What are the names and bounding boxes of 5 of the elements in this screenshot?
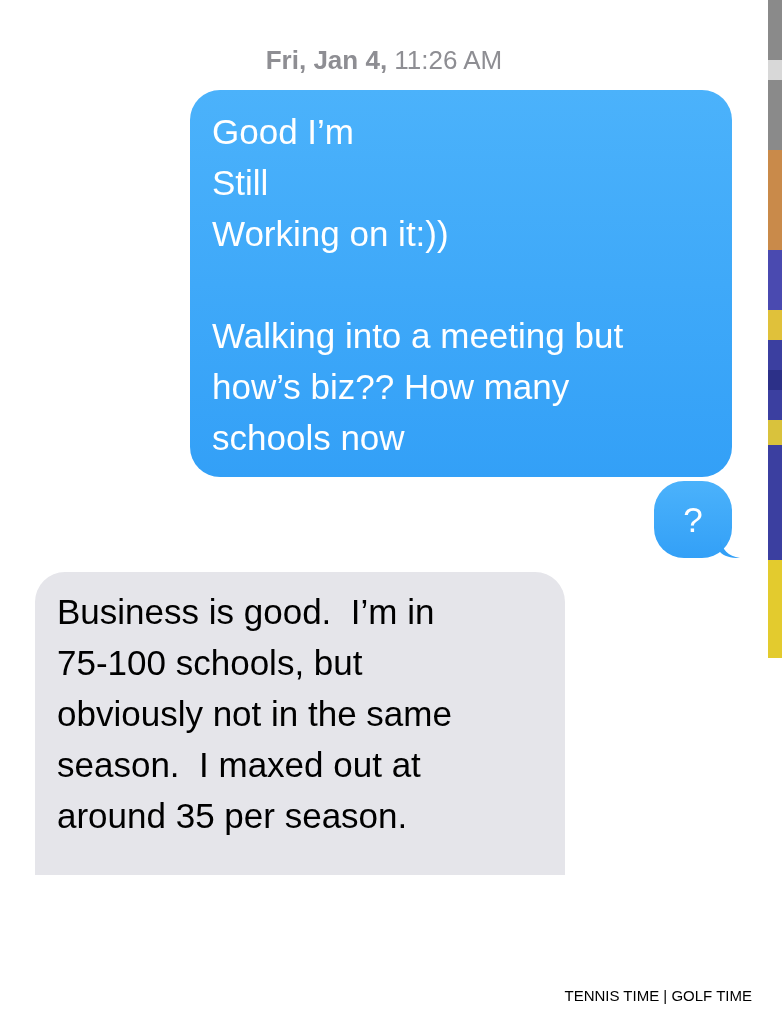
sent-message-bubble: Good I’m Still Working on it:)) Walking into a meeting but how’s biz?? How many schools now (190, 90, 732, 477)
site-footer-text: TENNIS TIME | GOLF TIME (564, 987, 752, 1004)
message-timestamp: Fri, Jan 4, 11:26 AM (265, 44, 503, 77)
sent-message-bubble: ? (654, 481, 732, 558)
received-message-bubble: Business is good. I’m in 75-100 schools, but obviously not in the same season. I maxed out at around 35 per season. (35, 572, 565, 875)
